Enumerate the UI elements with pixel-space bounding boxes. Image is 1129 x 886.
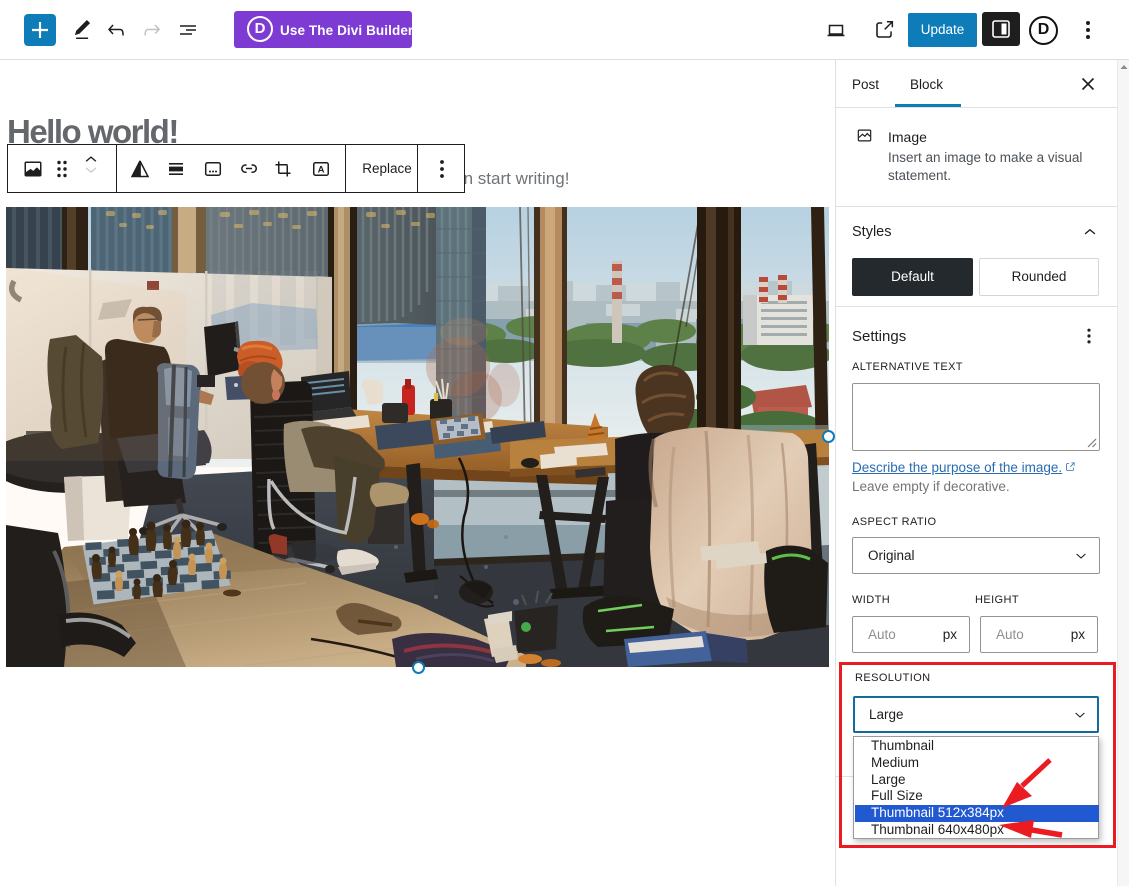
svg-text:A: A [318, 165, 325, 176]
